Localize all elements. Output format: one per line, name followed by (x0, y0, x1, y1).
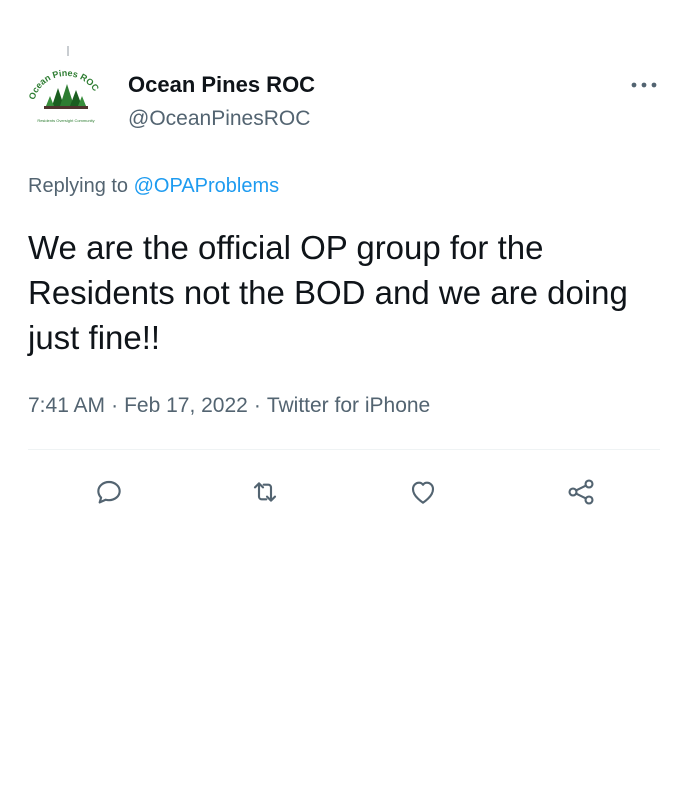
author-handle[interactable]: @OceanPinesROC (128, 106, 315, 132)
meta-separator: · (111, 394, 119, 417)
reply-button[interactable] (89, 472, 129, 512)
tweet-meta: 7:41 AM · Feb 17, 2022 · Twitter for iPhone (28, 394, 430, 418)
author-display-name[interactable]: Ocean Pines ROC (128, 72, 315, 98)
tweet-time[interactable]: 7:41 AM (28, 394, 105, 417)
ocean-pines-roc-logo: Ocean Pines ROC Residents Oversight Comm… (27, 68, 101, 123)
share-button[interactable] (561, 472, 601, 512)
action-bar (0, 472, 687, 512)
reply-mention-link[interactable]: @OPAProblems (134, 175, 280, 197)
tweet-header: Ocean Pines ROC Residents Oversight Comm… (24, 66, 664, 136)
more-horizontal-icon[interactable] (630, 78, 658, 90)
like-icon (411, 481, 435, 504)
replying-to-label: Replying to (28, 175, 134, 197)
avatar[interactable]: Ocean Pines ROC Residents Oversight Comm… (24, 66, 108, 136)
meta-separator: · (253, 394, 261, 417)
tweet-text: We are the official OP group for the Res… (28, 229, 628, 356)
divider (28, 449, 660, 450)
retweet-icon (253, 482, 277, 502)
like-button[interactable] (403, 472, 443, 512)
top-tick-mark (67, 46, 69, 56)
svg-text:Residents Oversight Community: Residents Oversight Community (37, 118, 94, 123)
tweet-source[interactable]: Twitter for iPhone (267, 394, 430, 417)
share-icon (568, 479, 594, 505)
replying-to-line: Replying to @OPAProblems (28, 175, 279, 198)
reply-icon (97, 480, 121, 504)
author-names: Ocean Pines ROC @OceanPinesROC (128, 72, 315, 132)
tweet-date[interactable]: Feb 17, 2022 (124, 394, 248, 417)
retweet-button[interactable] (245, 472, 285, 512)
